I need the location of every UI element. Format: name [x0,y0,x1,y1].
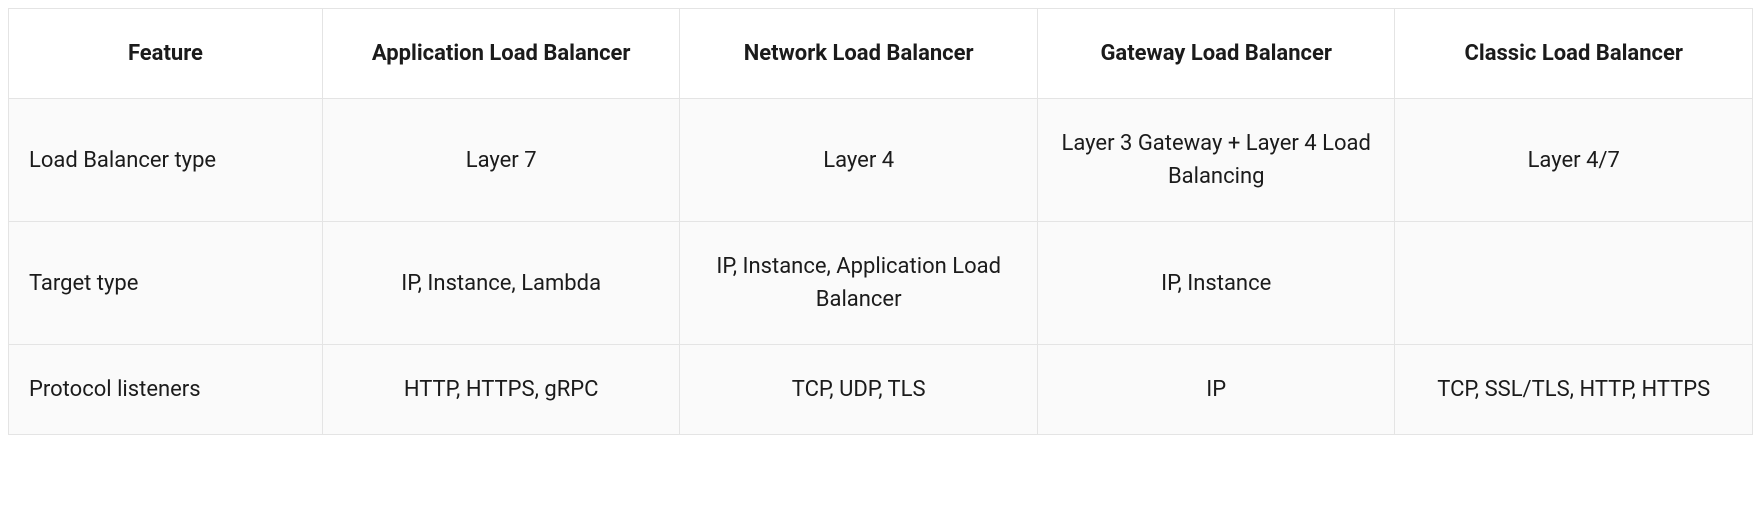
data-cell: Layer 4 [680,99,1038,222]
data-cell: Layer 7 [322,99,680,222]
feature-cell: Target type [9,222,323,345]
header-feature: Feature [9,9,323,99]
data-cell: IP, Instance, Application Load Balancer [680,222,1038,345]
header-alb: Application Load Balancer [322,9,680,99]
header-clb: Classic Load Balancer [1395,9,1753,99]
data-cell: Layer 4/7 [1395,99,1753,222]
table-row: Target type IP, Instance, Lambda IP, Ins… [9,222,1753,345]
data-cell: TCP, SSL/TLS, HTTP, HTTPS [1395,345,1753,435]
feature-cell: Load Balancer type [9,99,323,222]
data-cell [1395,222,1753,345]
data-cell: HTTP, HTTPS, gRPC [322,345,680,435]
data-cell: TCP, UDP, TLS [680,345,1038,435]
data-cell: IP, Instance [1037,222,1395,345]
data-cell: IP [1037,345,1395,435]
load-balancer-comparison-table: Feature Application Load Balancer Networ… [8,8,1753,435]
feature-cell: Protocol listeners [9,345,323,435]
header-nlb: Network Load Balancer [680,9,1038,99]
table-row: Protocol listeners HTTP, HTTPS, gRPC TCP… [9,345,1753,435]
data-cell: Layer 3 Gateway + Layer 4 Load Balancing [1037,99,1395,222]
data-cell: IP, Instance, Lambda [322,222,680,345]
table-row: Load Balancer type Layer 7 Layer 4 Layer… [9,99,1753,222]
table-header-row: Feature Application Load Balancer Networ… [9,9,1753,99]
header-glb: Gateway Load Balancer [1037,9,1395,99]
